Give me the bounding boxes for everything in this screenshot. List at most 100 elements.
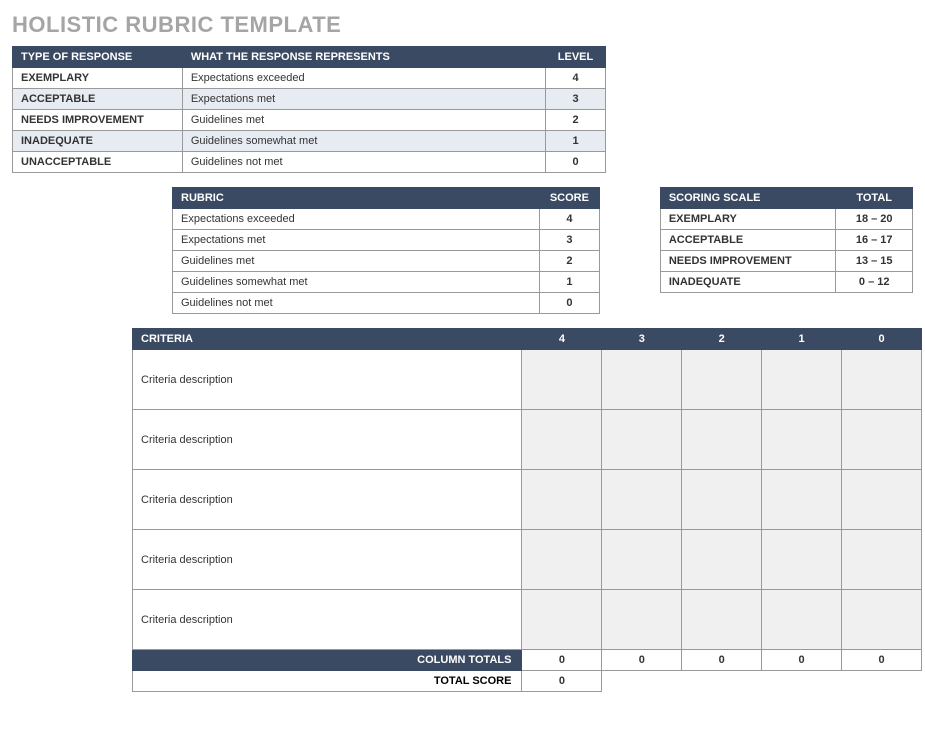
criteria-score-0[interactable] bbox=[842, 410, 922, 470]
column-total-4: 0 bbox=[522, 650, 602, 671]
col-0: 0 bbox=[842, 329, 922, 350]
scale-label: NEEDS IMPROVEMENT bbox=[660, 251, 836, 272]
table-row: NEEDS IMPROVEMENT Guidelines met 2 bbox=[13, 110, 606, 131]
rubric-label: Expectations exceeded bbox=[173, 209, 540, 230]
scale-total: 18 – 20 bbox=[836, 209, 913, 230]
criteria-score-0[interactable] bbox=[842, 470, 922, 530]
scale-total: 13 – 15 bbox=[836, 251, 913, 272]
page-title: HOLISTIC RUBRIC TEMPLATE bbox=[12, 12, 913, 38]
scoring-scale-table: SCORING SCALE TOTAL EXEMPLARY 18 – 20 AC… bbox=[660, 187, 913, 293]
criteria-description[interactable]: Criteria description bbox=[133, 530, 522, 590]
table-row: INADEQUATE Guidelines somewhat met 1 bbox=[13, 131, 606, 152]
criteria-score-4[interactable] bbox=[522, 530, 602, 590]
response-level: 0 bbox=[546, 152, 606, 173]
col-3: 3 bbox=[602, 329, 682, 350]
criteria-score-3[interactable] bbox=[602, 470, 682, 530]
table-row: EXEMPLARY 18 – 20 bbox=[660, 209, 912, 230]
table-row: UNACCEPTABLE Guidelines not met 0 bbox=[13, 152, 606, 173]
table-row: Guidelines met 2 bbox=[173, 251, 600, 272]
criteria-score-2[interactable] bbox=[682, 470, 762, 530]
col-level: LEVEL bbox=[546, 47, 606, 68]
criteria-score-1[interactable] bbox=[762, 350, 842, 410]
rubric-label: Guidelines met bbox=[173, 251, 540, 272]
total-score-value: 0 bbox=[522, 671, 602, 692]
total-score-label: TOTAL SCORE bbox=[133, 671, 522, 692]
response-type: NEEDS IMPROVEMENT bbox=[13, 110, 183, 131]
col-type: TYPE OF RESPONSE bbox=[13, 47, 183, 68]
scale-label: ACCEPTABLE bbox=[660, 230, 836, 251]
criteria-score-4[interactable] bbox=[522, 470, 602, 530]
criteria-description[interactable]: Criteria description bbox=[133, 350, 522, 410]
table-row: INADEQUATE 0 – 12 bbox=[660, 272, 912, 293]
rubric-score: 4 bbox=[539, 209, 599, 230]
criteria-score-3[interactable] bbox=[602, 530, 682, 590]
col-represents: WHAT THE RESPONSE REPRESENTS bbox=[182, 47, 545, 68]
criteria-score-1[interactable] bbox=[762, 410, 842, 470]
scale-label: INADEQUATE bbox=[660, 272, 836, 293]
col-1: 1 bbox=[762, 329, 842, 350]
column-total-0: 0 bbox=[842, 650, 922, 671]
criteria-row: Criteria description bbox=[133, 350, 922, 410]
criteria-score-4[interactable] bbox=[522, 350, 602, 410]
response-level: 3 bbox=[546, 89, 606, 110]
table-row: NEEDS IMPROVEMENT 13 – 15 bbox=[660, 251, 912, 272]
criteria-table: CRITERIA 4 3 2 1 0 Criteria description … bbox=[132, 328, 922, 692]
response-level: 2 bbox=[546, 110, 606, 131]
criteria-row: Criteria description bbox=[133, 470, 922, 530]
table-row: EXEMPLARY Expectations exceeded 4 bbox=[13, 68, 606, 89]
column-total-3: 0 bbox=[602, 650, 682, 671]
criteria-row: Criteria description bbox=[133, 530, 922, 590]
criteria-score-1[interactable] bbox=[762, 590, 842, 650]
col-criteria: CRITERIA bbox=[133, 329, 522, 350]
criteria-score-2[interactable] bbox=[682, 590, 762, 650]
table-row: Expectations met 3 bbox=[173, 230, 600, 251]
rubric-score: 3 bbox=[539, 230, 599, 251]
table-row: Expectations exceeded 4 bbox=[173, 209, 600, 230]
response-represents: Guidelines met bbox=[182, 110, 545, 131]
criteria-score-1[interactable] bbox=[762, 470, 842, 530]
response-level: 4 bbox=[546, 68, 606, 89]
rubric-score: 0 bbox=[539, 293, 599, 314]
col-rubric: RUBRIC bbox=[173, 188, 540, 209]
response-represents: Guidelines not met bbox=[182, 152, 545, 173]
response-level: 1 bbox=[546, 131, 606, 152]
column-total-2: 0 bbox=[682, 650, 762, 671]
response-type: INADEQUATE bbox=[13, 131, 183, 152]
rubric-score: 2 bbox=[539, 251, 599, 272]
col-2: 2 bbox=[682, 329, 762, 350]
criteria-score-3[interactable] bbox=[602, 350, 682, 410]
table-row: Guidelines somewhat met 1 bbox=[173, 272, 600, 293]
rubric-label: Guidelines somewhat met bbox=[173, 272, 540, 293]
col-scale: SCORING SCALE bbox=[660, 188, 836, 209]
scale-label: EXEMPLARY bbox=[660, 209, 836, 230]
rubric-table: RUBRIC SCORE Expectations exceeded 4 Exp… bbox=[172, 187, 600, 314]
col-total: TOTAL bbox=[836, 188, 913, 209]
response-type: EXEMPLARY bbox=[13, 68, 183, 89]
criteria-score-4[interactable] bbox=[522, 410, 602, 470]
column-totals-row: COLUMN TOTALS 0 0 0 0 0 bbox=[133, 650, 922, 671]
criteria-score-0[interactable] bbox=[842, 350, 922, 410]
response-type-table: TYPE OF RESPONSE WHAT THE RESPONSE REPRE… bbox=[12, 46, 606, 173]
criteria-score-3[interactable] bbox=[602, 410, 682, 470]
rubric-label: Guidelines not met bbox=[173, 293, 540, 314]
criteria-score-2[interactable] bbox=[682, 350, 762, 410]
criteria-score-1[interactable] bbox=[762, 530, 842, 590]
col-4: 4 bbox=[522, 329, 602, 350]
response-represents: Guidelines somewhat met bbox=[182, 131, 545, 152]
table-row: Guidelines not met 0 bbox=[173, 293, 600, 314]
criteria-row: Criteria description bbox=[133, 410, 922, 470]
criteria-score-0[interactable] bbox=[842, 530, 922, 590]
scale-total: 0 – 12 bbox=[836, 272, 913, 293]
criteria-description[interactable]: Criteria description bbox=[133, 410, 522, 470]
criteria-score-3[interactable] bbox=[602, 590, 682, 650]
response-represents: Expectations met bbox=[182, 89, 545, 110]
criteria-score-2[interactable] bbox=[682, 530, 762, 590]
table-row: ACCEPTABLE 16 – 17 bbox=[660, 230, 912, 251]
criteria-score-2[interactable] bbox=[682, 410, 762, 470]
rubric-label: Expectations met bbox=[173, 230, 540, 251]
criteria-description[interactable]: Criteria description bbox=[133, 590, 522, 650]
criteria-score-0[interactable] bbox=[842, 590, 922, 650]
criteria-description[interactable]: Criteria description bbox=[133, 470, 522, 530]
column-totals-label: COLUMN TOTALS bbox=[133, 650, 522, 671]
criteria-score-4[interactable] bbox=[522, 590, 602, 650]
